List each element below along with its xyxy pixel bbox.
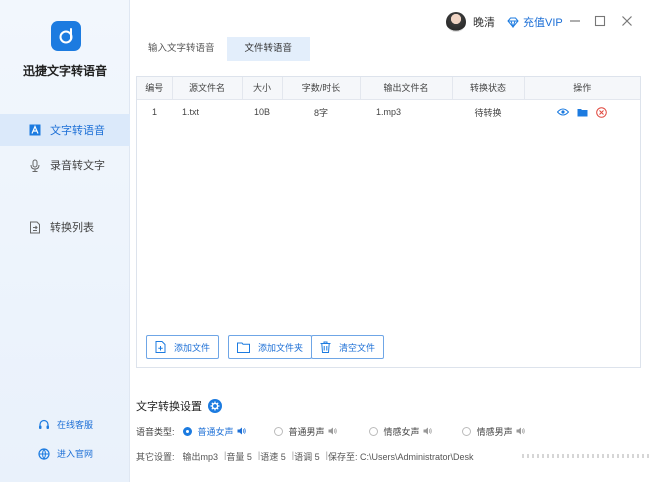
add-file-label: 添加文件 (174, 342, 211, 353)
radio-unselected (273, 427, 283, 436)
voice-option-label: 情感女声 (383, 427, 420, 437)
col-header-actions: 操作 (524, 77, 640, 100)
sidebar-item-label: 文字转语音 (50, 125, 105, 137)
cell-output: 1.mp3 (376, 107, 402, 118)
voice-type-row: 语音类型: 普通女声 普通男声 情感女声 情感男声 (136, 425, 525, 438)
add-folder-label: 添加文件夹 (258, 342, 304, 353)
voice-option-label: 普通男声 (288, 427, 325, 437)
col-header-id: 编号 (137, 77, 173, 100)
voice-option-emotional-male[interactable]: 情感男声 (461, 425, 525, 438)
pitch-setting[interactable]: 语调 5 (294, 450, 320, 463)
trash-icon (320, 341, 331, 353)
radio-unselected (368, 427, 378, 436)
add-file-icon (155, 341, 166, 353)
voice-type-label: 语音类型: (136, 427, 175, 437)
cell-size: 10B (253, 107, 270, 118)
globe-icon (38, 447, 50, 460)
microphone-icon (28, 158, 42, 172)
voice-option-normal-male[interactable]: 普通男声 (273, 425, 337, 438)
vip-recharge-button[interactable]: 充值VIP (507, 14, 563, 30)
volume-setting[interactable]: 音量 5 (226, 450, 252, 463)
speaker-icon[interactable] (516, 427, 525, 437)
minimize-icon (570, 20, 580, 22)
online-support-label: 在线客服 (57, 420, 94, 430)
headset-icon (38, 419, 50, 431)
vip-label: 充值VIP (523, 17, 563, 29)
file-table: 编号 源文件名 大小 字数/时长 输出文件名 转换状态 操作 1 1.txt 1… (136, 76, 641, 368)
voice-option-label: 普通女声 (197, 427, 234, 437)
username[interactable]: 晚清 (473, 14, 495, 30)
maximize-icon (594, 15, 606, 27)
online-support-link[interactable]: 在线客服 (38, 418, 93, 431)
maximize-button[interactable] (593, 14, 607, 28)
speaker-icon[interactable] (423, 427, 432, 437)
table-header-row: 编号 源文件名 大小 字数/时长 输出文件名 转换状态 操作 (137, 77, 640, 100)
close-icon (622, 16, 632, 26)
clear-files-label: 清空文件 (339, 342, 376, 353)
sidebar-item-label: 录音转文字 (50, 160, 105, 172)
radio-selected (182, 427, 192, 436)
dotted-edge (522, 454, 651, 458)
other-settings-label: 其它设置: (136, 452, 175, 462)
sidebar-item-text-to-speech[interactable]: 文字转语音 (0, 114, 130, 146)
official-site-link[interactable]: 进入官网 (38, 447, 93, 460)
speaker-icon[interactable] (328, 427, 337, 437)
col-header-status: 转换状态 (452, 77, 525, 100)
cell-id: 1 (151, 107, 157, 118)
output-format-setting[interactable]: 输出mp3 (183, 450, 219, 463)
add-file-button[interactable]: 添加文件 (146, 335, 220, 359)
convert-list-icon (28, 220, 42, 234)
other-settings-row: 其它设置: 输出mp3 | 音量 5 | 语速 5 | 语调 5 | 保存至: … (136, 450, 518, 463)
close-window-button[interactable] (620, 14, 634, 28)
radio-unselected (461, 427, 471, 436)
minimize-button[interactable] (568, 14, 582, 28)
delete-x-icon[interactable] (596, 106, 607, 118)
avatar[interactable] (446, 12, 466, 32)
folder-icon (237, 342, 250, 353)
voice-option-emotional-female[interactable]: 情感女声 (368, 425, 432, 438)
official-site-label: 进入官网 (57, 449, 94, 459)
diamond-icon (507, 17, 519, 28)
preview-eye-icon[interactable] (557, 108, 569, 116)
voice-option-label: 情感男声 (476, 427, 513, 437)
save-path-setting[interactable]: 保存至: C:\Users\Administrator\Desk (328, 450, 474, 463)
voice-option-normal-female[interactable]: 普通女声 (182, 425, 246, 438)
tab-file-to-speech[interactable]: 文件转语音 (226, 37, 311, 61)
cell-count: 8字 (313, 107, 328, 118)
col-header-output: 输出文件名 (360, 77, 453, 100)
settings-gear-icon[interactable] (208, 399, 222, 413)
sidebar-item-label: 转换列表 (50, 222, 94, 234)
add-folder-button[interactable]: 添加文件夹 (228, 335, 313, 359)
app-name: 迅捷文字转语音 (22, 64, 107, 78)
clear-files-button[interactable]: 清空文件 (311, 335, 385, 359)
sidebar: 迅捷文字转语音 文字转语音 录音转文字 转换列表 在线客服 进入官网 (0, 0, 130, 482)
tab-text-to-speech[interactable]: 输入文字转语音 (136, 37, 227, 61)
col-header-source: 源文件名 (172, 77, 243, 100)
cell-source: 1.txt (182, 107, 200, 118)
cell-status: 待转换 (474, 107, 502, 118)
open-folder-icon[interactable] (577, 108, 588, 117)
app-logo (51, 21, 81, 51)
settings-section: 文字转换设置 (136, 398, 222, 414)
text-a-icon (28, 123, 42, 137)
col-header-count: 字数/时长 (282, 77, 361, 100)
col-header-size: 大小 (242, 77, 283, 100)
settings-title: 文字转换设置 (136, 401, 202, 413)
cell-actions (524, 99, 640, 125)
sidebar-item-convert-list[interactable]: 转换列表 (0, 211, 130, 243)
mode-tabs: 输入文字转语音 文件转语音 (136, 37, 311, 61)
sidebar-item-record-to-text[interactable]: 录音转文字 (0, 149, 130, 181)
user-area: 晚清 充值VIP (446, 12, 563, 32)
speaker-icon[interactable] (237, 427, 246, 437)
table-row[interactable]: 1 1.txt 10B 8字 1.mp3 待转换 (137, 99, 640, 125)
speed-setting[interactable]: 语速 5 (260, 450, 286, 463)
